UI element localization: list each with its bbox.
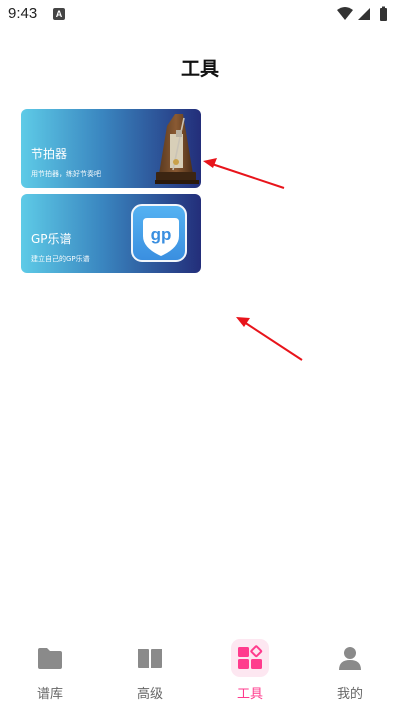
nav-item-mine[interactable]: 我的: [300, 636, 400, 710]
nav-label: 工具: [236, 687, 263, 702]
nav-label: 高级: [136, 687, 163, 702]
person-icon: [339, 647, 361, 670]
annotation-arrow-1: [203, 158, 285, 189]
annotation-arrow-2: [236, 317, 303, 361]
bottom-nav: 谱库 高级 工具 我的: [0, 636, 400, 710]
folder-icon: [38, 648, 62, 669]
nav-item-library[interactable]: 谱库: [0, 636, 100, 710]
nav-item-tools[interactable]: 工具: [200, 636, 300, 710]
nav-label: 谱库: [36, 687, 63, 702]
nav-label: 我的: [336, 687, 363, 702]
annotation-arrows: [203, 158, 303, 361]
book-icon: [138, 649, 162, 668]
tools-grid-icon: [238, 645, 263, 669]
nav-item-advanced[interactable]: 高级: [100, 636, 200, 710]
